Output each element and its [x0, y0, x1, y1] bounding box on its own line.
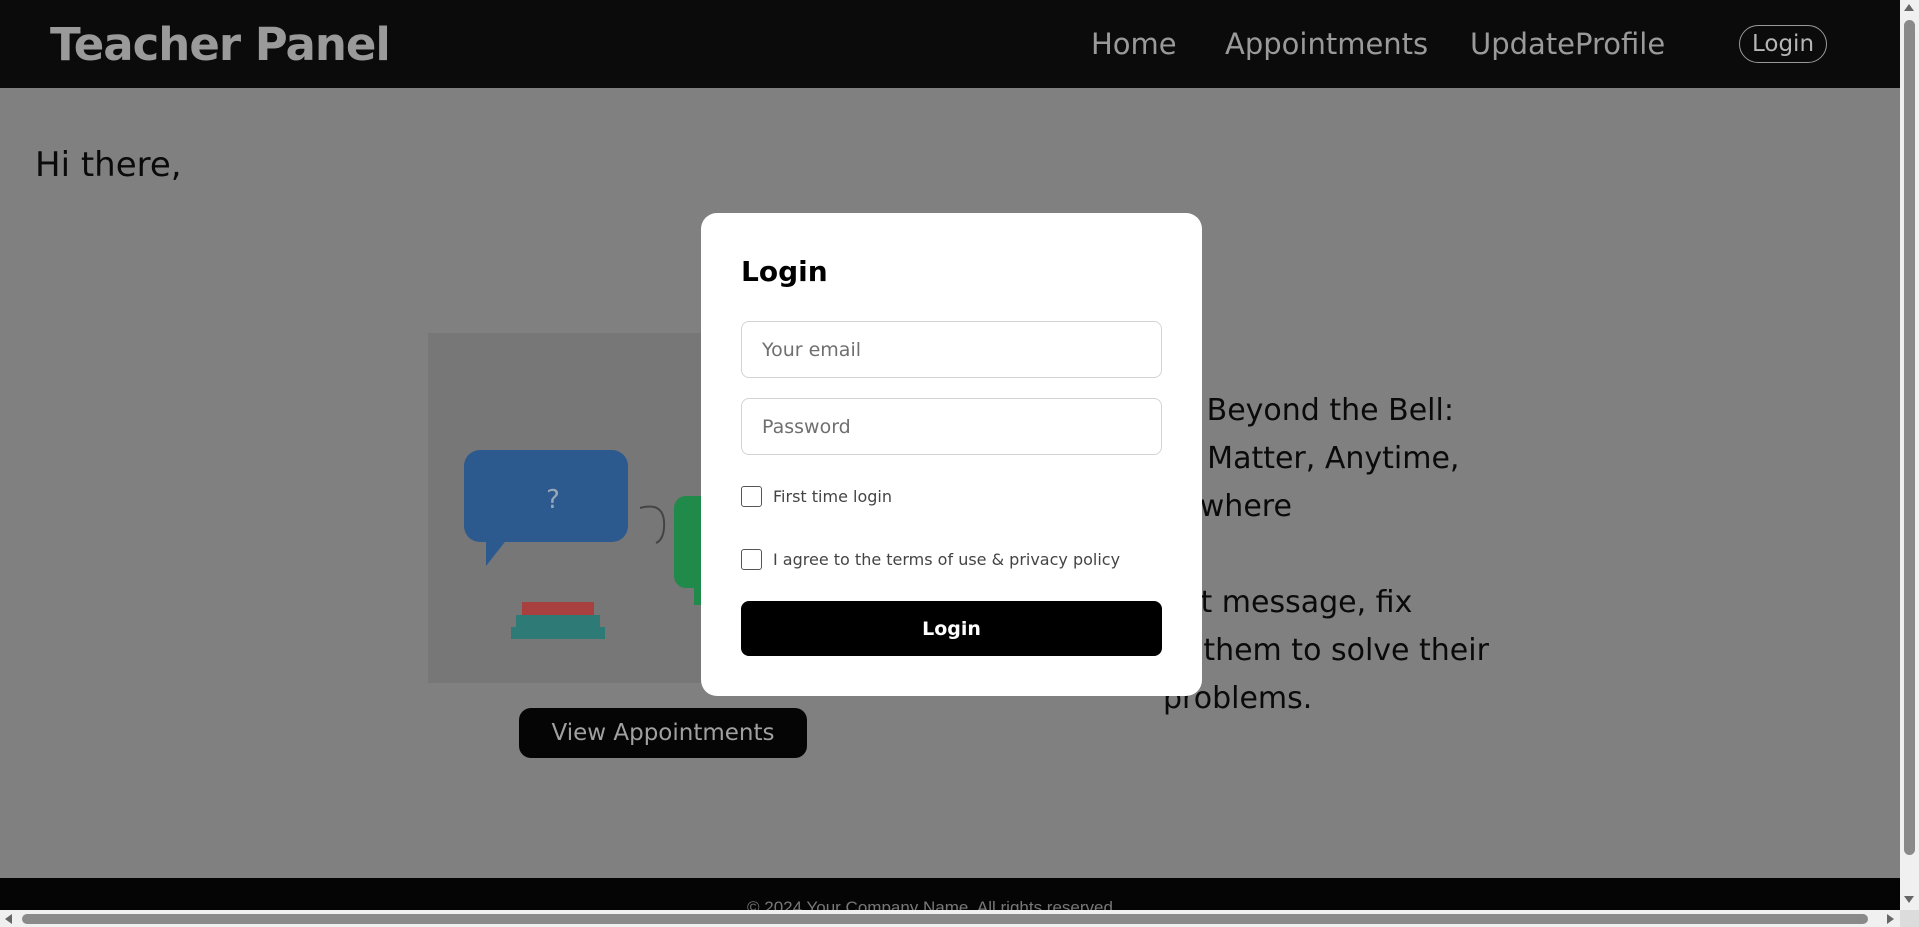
scroll-right-arrow-icon[interactable]	[1887, 914, 1894, 924]
scroll-down-arrow-icon[interactable]	[1904, 896, 1914, 903]
first-time-login-row[interactable]: First time login	[741, 486, 892, 507]
vertical-scroll-thumb[interactable]	[1904, 20, 1915, 855]
bubble-question-text: ?	[546, 485, 560, 515]
navbar: Teacher Panel Home Appointments UpdatePr…	[0, 0, 1900, 88]
description-line: problems.	[1163, 681, 1313, 716]
nav-link-update-profile[interactable]: UpdateProfile	[1470, 27, 1665, 61]
horizontal-scroll-thumb[interactable]	[22, 914, 1868, 924]
first-time-login-checkbox[interactable]	[741, 486, 762, 507]
footer-copyright: © 2024 Your Company Name. All rights res…	[747, 898, 1118, 910]
greeting-text: Hi there,	[35, 145, 182, 185]
login-submit-button[interactable]: Login	[741, 601, 1162, 656]
nav-link-home[interactable]: Home	[1091, 27, 1177, 61]
scrollbar-corner	[1900, 910, 1919, 927]
tagline-line: nywhere	[1163, 489, 1292, 524]
scroll-left-arrow-icon[interactable]	[5, 914, 12, 924]
footer: © 2024 Your Company Name. All rights res…	[0, 878, 1900, 910]
login-modal: Login First time login I agree to the te…	[701, 213, 1202, 696]
email-input[interactable]	[741, 321, 1162, 378]
view-appointments-button[interactable]: View Appointments	[519, 708, 807, 758]
scroll-up-arrow-icon[interactable]	[1904, 4, 1914, 11]
agree-terms-checkbox[interactable]	[741, 549, 762, 570]
first-time-login-label: First time login	[773, 487, 892, 506]
agree-terms-label: I agree to the terms of use & privacy po…	[773, 550, 1121, 569]
description-line: ent message, fix	[1163, 585, 1413, 620]
nav-link-appointments[interactable]: Appointments	[1225, 27, 1428, 61]
nav-login-button[interactable]: Login	[1739, 25, 1827, 63]
tagline-line: ns Matter, Anytime,	[1163, 441, 1460, 476]
agree-terms-row[interactable]: I agree to the terms of use & privacy po…	[741, 549, 1120, 570]
page: Teacher Panel Home Appointments UpdatePr…	[0, 0, 1919, 927]
tagline-block: es Beyond the Bell: ns Matter, Anytime, …	[1163, 387, 1489, 723]
modal-title: Login	[741, 255, 828, 288]
vertical-scrollbar[interactable]	[1900, 0, 1919, 910]
horizontal-scrollbar[interactable]	[0, 910, 1900, 927]
password-input[interactable]	[741, 398, 1162, 455]
brand-title: Teacher Panel	[50, 18, 391, 71]
tagline-line: es Beyond the Bell:	[1163, 393, 1454, 428]
description-line: th them to solve their	[1163, 633, 1489, 668]
